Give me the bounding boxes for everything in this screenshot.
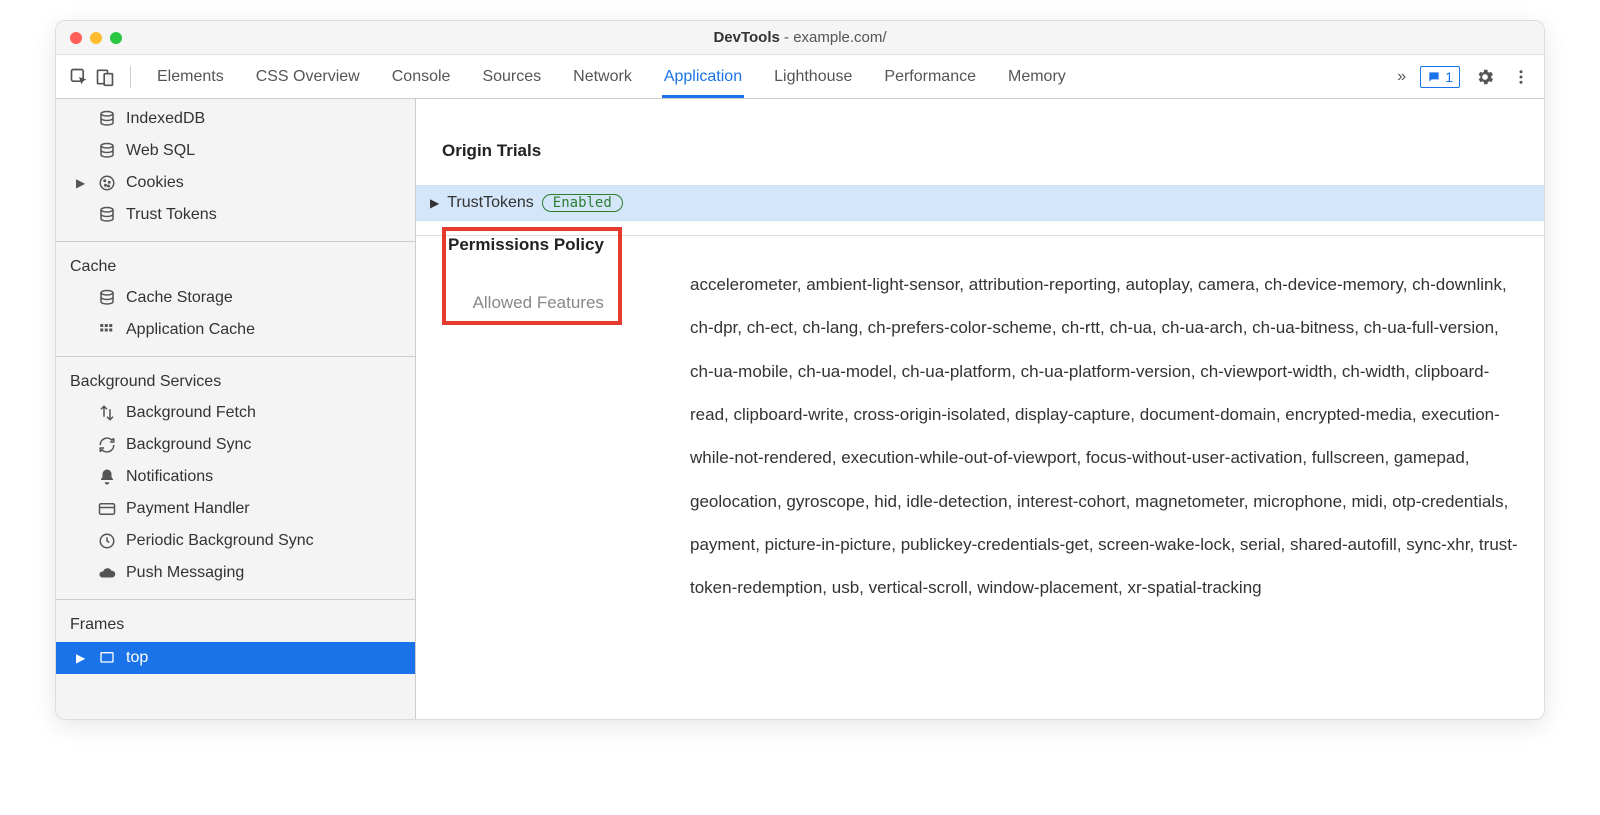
sidebar-item-label: Cache Storage [126, 286, 233, 310]
expand-caret-icon[interactable]: ▶ [76, 646, 88, 670]
sync-icon [98, 436, 116, 454]
minimize-window-button[interactable] [90, 32, 102, 44]
body: IndexedDB Web SQL ▶ Cookies Trust Tokens [56, 99, 1544, 719]
permissions-policy-section: Permissions Policy Allowed Features acce… [416, 236, 1544, 632]
sidebar-item-label: top [126, 646, 148, 670]
toolbar: Elements CSS Overview Console Sources Ne… [56, 55, 1544, 99]
panel-tabs: Elements CSS Overview Console Sources Ne… [155, 56, 1393, 98]
database-icon [98, 110, 116, 128]
sidebar-item-payment-handler[interactable]: Payment Handler [56, 493, 415, 525]
tab-elements[interactable]: Elements [155, 56, 226, 98]
bell-icon [98, 468, 116, 486]
origin-trial-row[interactable]: ▶ TrustTokens Enabled [416, 185, 1544, 221]
title-url: example.com/ [793, 29, 886, 46]
title-bar: DevTools - example.com/ [56, 21, 1544, 55]
sidebar-header-bg: Background Services [56, 363, 415, 397]
tab-memory[interactable]: Memory [1006, 56, 1068, 98]
main-panel: Origin Trials ▶ TrustTokens Enabled Perm… [416, 99, 1544, 719]
sidebar-group-background-services: Background Services Background Fetch Bac… [56, 357, 415, 600]
sidebar-group-frames: Frames ▶ top [56, 600, 415, 684]
window-controls [56, 32, 122, 44]
cloud-icon [98, 564, 116, 582]
highlight-box: Permissions Policy Allowed Features [442, 227, 622, 325]
inspect-icon[interactable] [68, 66, 90, 88]
tab-sources[interactable]: Sources [480, 56, 543, 98]
tab-lighthouse[interactable]: Lighthouse [772, 56, 854, 98]
sidebar-item-application-cache[interactable]: Application Cache [56, 314, 415, 346]
updown-icon [98, 404, 116, 422]
sidebar-item-trust-tokens[interactable]: Trust Tokens [56, 199, 415, 231]
enabled-badge: Enabled [542, 194, 623, 212]
settings-icon[interactable] [1474, 66, 1496, 88]
sidebar-item-label: Background Sync [126, 433, 251, 457]
sidebar-item-bg-sync[interactable]: Background Sync [56, 429, 415, 461]
clock-icon [98, 532, 116, 550]
close-window-button[interactable] [70, 32, 82, 44]
title-prefix: DevTools [713, 29, 779, 46]
tab-console[interactable]: Console [390, 56, 453, 98]
origin-trials-title: Origin Trials [442, 141, 1518, 161]
devtools-window: DevTools - example.com/ Elements CSS Ove… [55, 20, 1545, 720]
sidebar: IndexedDB Web SQL ▶ Cookies Trust Tokens [56, 99, 416, 719]
sidebar-item-cookies[interactable]: ▶ Cookies [56, 167, 415, 199]
card-icon [98, 500, 116, 518]
database-icon [98, 289, 116, 307]
tab-network[interactable]: Network [571, 56, 634, 98]
cookie-icon [98, 174, 116, 192]
sidebar-header-frames: Frames [56, 606, 415, 642]
sidebar-item-label: Notifications [126, 465, 213, 489]
tab-performance[interactable]: Performance [882, 56, 978, 98]
allowed-features-list: accelerometer, ambient-light-sensor, att… [690, 227, 1518, 610]
more-tabs-icon[interactable]: » [1397, 68, 1406, 86]
sidebar-item-label: Trust Tokens [126, 203, 217, 227]
tab-css-overview[interactable]: CSS Overview [254, 56, 362, 98]
sidebar-item-indexeddb[interactable]: IndexedDB [56, 103, 415, 135]
sidebar-item-frame-top[interactable]: ▶ top [56, 642, 415, 674]
sidebar-header-cache: Cache [56, 248, 415, 282]
sidebar-group-storage: IndexedDB Web SQL ▶ Cookies Trust Tokens [56, 99, 415, 242]
issues-badge[interactable]: 1 [1420, 66, 1460, 88]
frame-icon [98, 649, 116, 667]
tab-application[interactable]: Application [662, 56, 744, 98]
origin-trials-section: Origin Trials [416, 123, 1544, 185]
grid-icon [98, 321, 116, 339]
sidebar-item-periodic-bg-sync[interactable]: Periodic Background Sync [56, 525, 415, 557]
sidebar-item-label: Background Fetch [126, 401, 256, 425]
sidebar-item-label: Push Messaging [126, 561, 244, 585]
device-toggle-icon[interactable] [94, 66, 116, 88]
sidebar-item-notifications[interactable]: Notifications [56, 461, 415, 493]
sidebar-item-label: Payment Handler [126, 497, 250, 521]
database-icon [98, 206, 116, 224]
sidebar-item-cache-storage[interactable]: Cache Storage [56, 282, 415, 314]
permissions-policy-title: Permissions Policy [446, 231, 604, 255]
expand-caret-icon[interactable]: ▶ [430, 196, 439, 210]
maximize-window-button[interactable] [110, 32, 122, 44]
sidebar-item-bg-fetch[interactable]: Background Fetch [56, 397, 415, 429]
sidebar-group-cache: Cache Cache Storage Application Cache [56, 242, 415, 357]
sidebar-item-websql[interactable]: Web SQL [56, 135, 415, 167]
database-icon [98, 142, 116, 160]
sidebar-item-label: Cookies [126, 171, 184, 195]
sidebar-item-label: IndexedDB [126, 107, 205, 131]
issues-count: 1 [1445, 69, 1453, 85]
toolbar-separator [130, 66, 131, 88]
sidebar-item-label: Web SQL [126, 139, 195, 163]
sidebar-item-push-messaging[interactable]: Push Messaging [56, 557, 415, 589]
sidebar-item-label: Periodic Background Sync [126, 529, 314, 553]
allowed-features-label: Allowed Features [446, 293, 604, 313]
toolbar-right: » 1 [1397, 66, 1532, 88]
kebab-menu-icon[interactable] [1510, 66, 1532, 88]
expand-caret-icon[interactable]: ▶ [76, 171, 88, 195]
window-title: DevTools - example.com/ [56, 29, 1544, 46]
sidebar-item-label: Application Cache [126, 318, 255, 342]
origin-trial-name: TrustTokens [447, 194, 534, 212]
